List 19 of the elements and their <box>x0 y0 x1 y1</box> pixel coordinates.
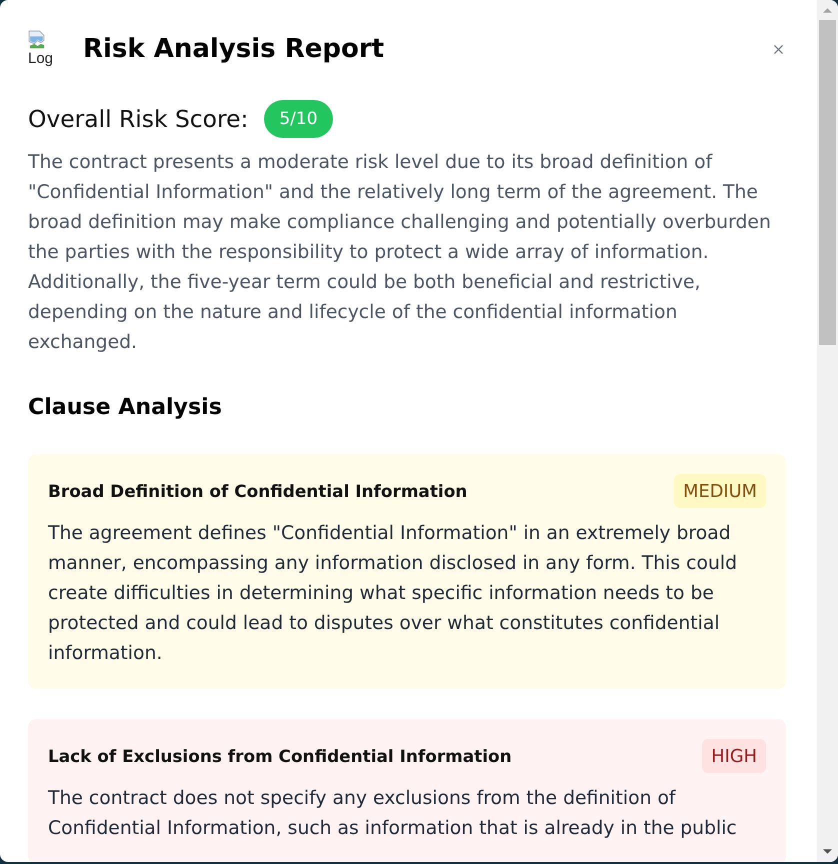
scroll-down-icon[interactable] <box>823 849 832 854</box>
risk-summary-text: The contract presents a moderate risk level due to its broad definition of "Confidential Information" and the relatively long term of the agreement. The broad definition may make compliance challenging and potentially overburden the parties with the responsibility to protect a wide array of information. Additionally, the five-year term could be both beneficial and restrictive, depending on the nature and lifecycle of the confidential information exchanged. <box>28 151 772 355</box>
clause-title: Lack of Exclusions from Confidential Information <box>48 746 512 766</box>
scrollbar-thumb[interactable] <box>819 20 836 345</box>
risk-score-label: Overall Risk Score: <box>28 105 248 133</box>
clause-description: The contract does not specify any exclusions from the definition of Confidential Information, such as information that is already in the public <box>48 787 738 841</box>
severity-badge: MEDIUM <box>674 474 766 508</box>
clause-description: The agreement defines "Confidential Information" in an extremely broad manner, encompassing any information disclosed in any form. This could create difficulties in determining what specific information needs to be protected and could lead to disputes over what constitutes confidential information. <box>48 522 738 666</box>
close-button[interactable] <box>774 44 783 54</box>
severity-badge: HIGH <box>702 739 766 773</box>
scroll-up-icon[interactable] <box>823 8 832 13</box>
section-heading: Clause Analysis <box>28 393 223 422</box>
report-title: Risk Analysis Report <box>83 33 384 66</box>
scrollbar[interactable] <box>817 0 838 862</box>
clause-title: Broad Definition of Confidential Information <box>48 481 468 501</box>
broken-image-icon <box>28 30 45 48</box>
logo-alt-text: Log <box>28 50 54 68</box>
risk-score-badge: 5/10 <box>264 100 333 138</box>
close-icon <box>774 44 783 54</box>
